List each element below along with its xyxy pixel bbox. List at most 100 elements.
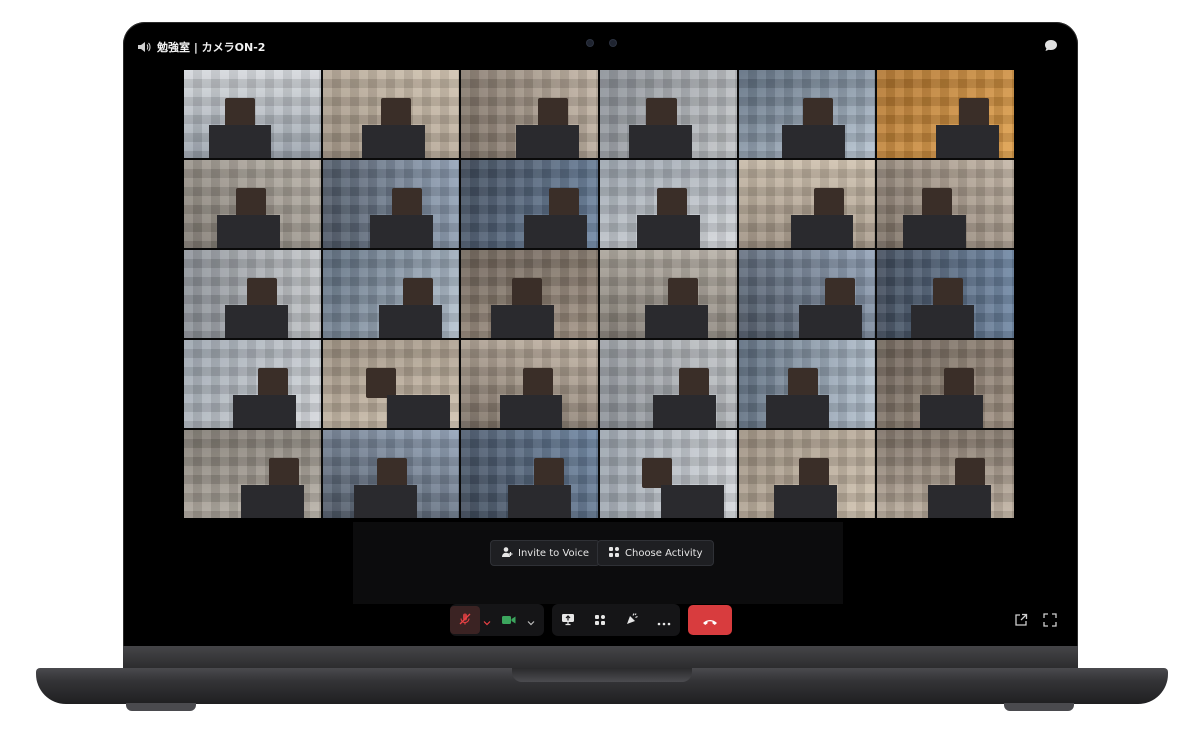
participant-video-tile[interactable] <box>461 430 598 518</box>
chevron-down-icon <box>483 611 491 630</box>
participant-silhouette <box>241 484 305 518</box>
fullscreen-icon[interactable] <box>1042 612 1058 628</box>
participant-silhouette <box>362 124 426 158</box>
participant-silhouette <box>354 484 417 518</box>
hang-up-icon <box>702 611 718 630</box>
more-options-icon <box>657 611 671 630</box>
microphone-muted-icon <box>458 611 472 630</box>
participant-video-tile[interactable] <box>461 250 598 338</box>
participant-video-tile[interactable] <box>184 250 321 338</box>
laptop-foot-left <box>126 703 196 711</box>
laptop-base-notch <box>512 668 692 682</box>
video-grid <box>184 70 1014 518</box>
participant-video-tile[interactable] <box>322 430 460 518</box>
participant-video-tile[interactable] <box>877 250 1014 338</box>
screen: 勉強室 | カメラON-2 Invite to Voice Choose Act… <box>131 32 1069 638</box>
soundboard-icon <box>625 611 639 630</box>
participant-silhouette <box>919 394 983 428</box>
chevron-down-icon <box>527 611 535 630</box>
participant-video-tile[interactable] <box>600 340 737 428</box>
participant-video-tile[interactable] <box>738 70 876 158</box>
participant-video-tile[interactable] <box>461 70 598 158</box>
webcam-lens <box>587 40 593 46</box>
participant-silhouette <box>524 214 588 248</box>
activity-grid-icon <box>608 546 620 561</box>
participant-silhouette <box>208 124 272 158</box>
mute-microphone-button[interactable] <box>450 606 480 634</box>
add-person-icon <box>501 546 513 561</box>
participant-video-tile[interactable] <box>600 250 737 338</box>
choose-activity-label: Choose Activity <box>625 547 703 559</box>
participant-silhouette <box>927 484 991 518</box>
participant-silhouette <box>911 304 975 338</box>
webcam-sensor <box>610 40 616 46</box>
channel-header: 勉強室 | カメラON-2 <box>137 39 265 55</box>
participant-silhouette <box>499 394 563 428</box>
channel-title: 勉強室 | カメラON-2 <box>157 41 266 54</box>
participant-video-tile[interactable] <box>461 340 598 428</box>
call-actions <box>552 604 680 636</box>
participant-video-tile[interactable] <box>322 340 460 428</box>
camera-notch <box>545 30 657 52</box>
participant-silhouette <box>224 304 288 338</box>
participant-video-tile[interactable] <box>877 430 1014 518</box>
choose-activity-button[interactable]: Choose Activity <box>597 540 714 566</box>
participant-video-tile[interactable] <box>184 70 321 158</box>
soundboard-button[interactable] <box>617 606 647 634</box>
participant-silhouette <box>798 304 862 338</box>
participant-silhouette <box>507 484 571 518</box>
participant-silhouette <box>903 214 967 248</box>
participant-video-tile[interactable] <box>738 160 876 248</box>
participant-silhouette <box>936 124 999 158</box>
participant-video-tile[interactable] <box>184 340 321 428</box>
camera-icon <box>501 611 517 630</box>
participant-video-tile[interactable] <box>738 340 876 428</box>
participant-silhouette <box>790 214 854 248</box>
participant-video-tile[interactable] <box>322 250 460 338</box>
participant-silhouette <box>661 484 725 518</box>
participant-silhouette <box>386 394 450 428</box>
invite-to-voice-button[interactable]: Invite to Voice <box>490 540 601 566</box>
participant-silhouette <box>370 214 434 248</box>
participant-video-tile[interactable] <box>461 160 598 248</box>
screen-share-button[interactable] <box>553 606 583 634</box>
participant-silhouette <box>216 214 280 248</box>
participant-video-tile[interactable] <box>738 430 876 518</box>
participant-silhouette <box>653 394 717 428</box>
laptop-foot-right <box>1004 703 1074 711</box>
screen-share-icon <box>561 611 575 630</box>
participant-silhouette <box>515 124 579 158</box>
participant-silhouette <box>765 394 829 428</box>
participant-video-tile[interactable] <box>600 70 737 158</box>
participant-silhouette <box>636 214 700 248</box>
participant-video-tile[interactable] <box>877 340 1014 428</box>
pop-out-icon[interactable] <box>1013 612 1029 628</box>
speaker-icon <box>137 41 151 53</box>
invite-to-voice-label: Invite to Voice <box>518 547 590 559</box>
participant-video-tile[interactable] <box>877 70 1014 158</box>
more-options-button[interactable] <box>649 606 679 634</box>
participant-video-tile[interactable] <box>877 160 1014 248</box>
participant-silhouette <box>645 304 708 338</box>
audio-video-controls <box>450 604 544 636</box>
participant-video-tile[interactable] <box>738 250 876 338</box>
participant-video-tile[interactable] <box>322 160 460 248</box>
apps-icon <box>594 611 606 630</box>
participant-silhouette <box>782 124 846 158</box>
toggle-camera-button[interactable] <box>494 606 524 634</box>
camera-options-chevron[interactable] <box>524 606 538 634</box>
apps-button[interactable] <box>585 606 615 634</box>
participant-video-tile[interactable] <box>322 70 460 158</box>
leave-call-button[interactable] <box>688 605 732 635</box>
participant-video-tile[interactable] <box>600 430 737 518</box>
participant-silhouette <box>378 304 442 338</box>
chat-bubble-icon[interactable] <box>1043 38 1059 58</box>
participant-silhouette <box>774 484 838 518</box>
participant-video-tile[interactable] <box>600 160 737 248</box>
microphone-options-chevron[interactable] <box>480 606 494 634</box>
participant-video-tile[interactable] <box>184 430 321 518</box>
participant-silhouette <box>628 124 692 158</box>
participant-silhouette <box>233 394 297 428</box>
participant-video-tile[interactable] <box>184 160 321 248</box>
laptop-hinge <box>123 646 1078 670</box>
